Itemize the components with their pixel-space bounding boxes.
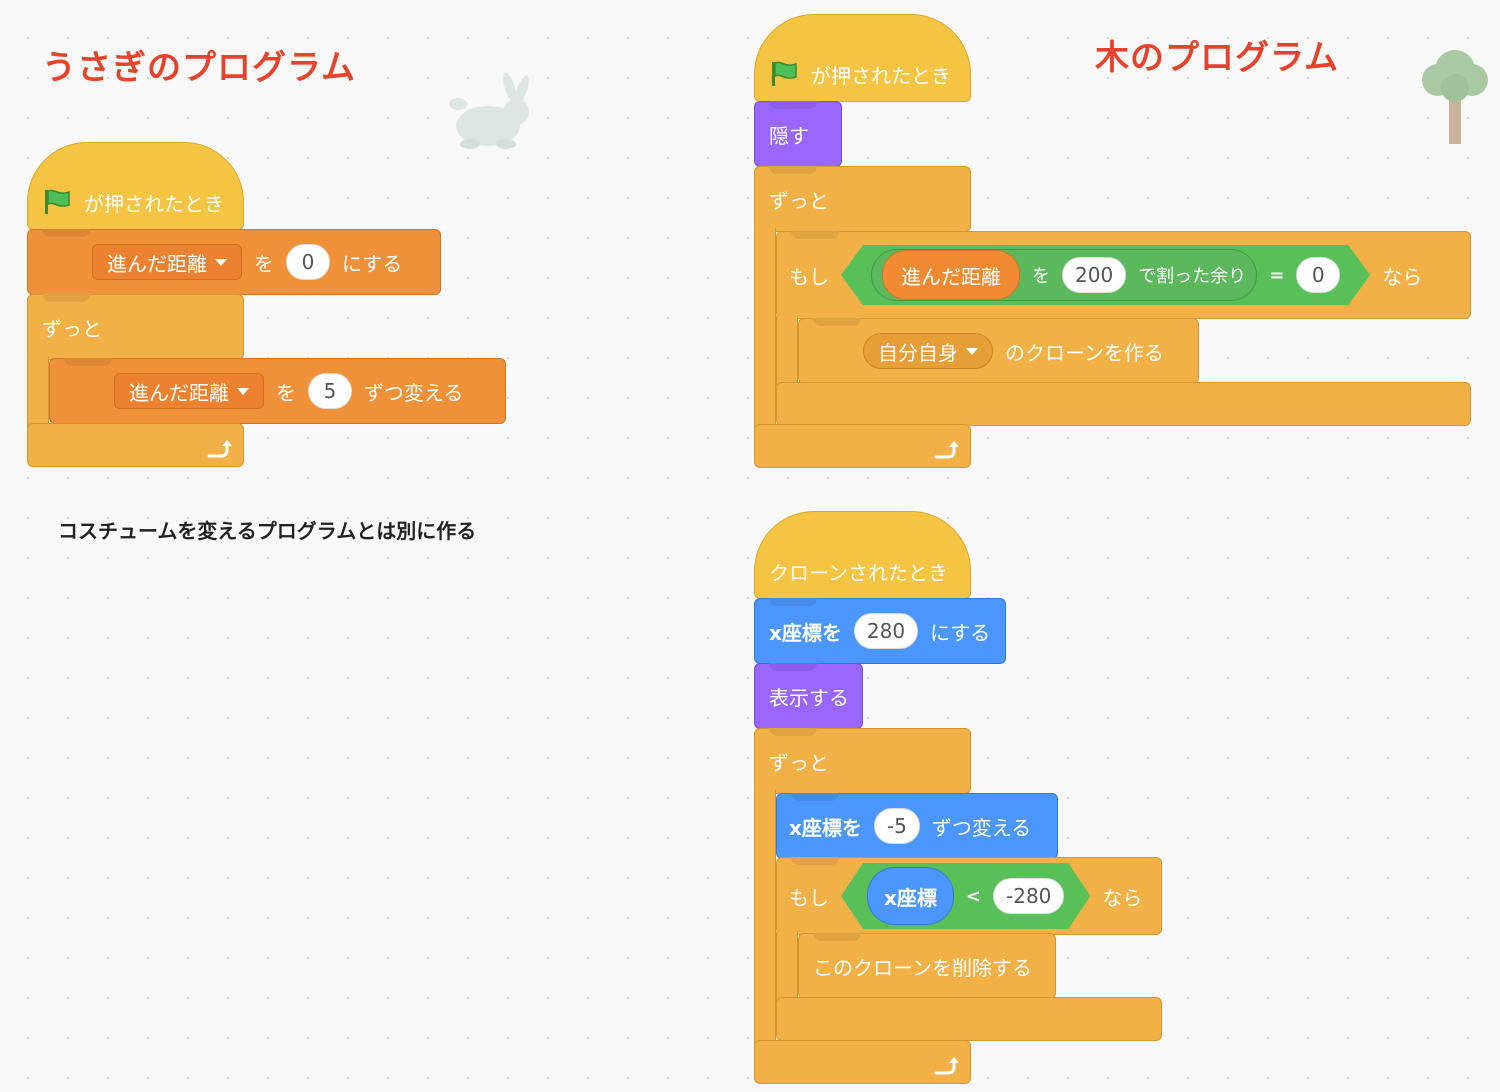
if-arm [776, 316, 798, 386]
when-flag-clicked-block-tree[interactable]: が押されたとき [754, 14, 971, 102]
if-block-bottom [776, 997, 1162, 1041]
forever-arm [754, 790, 776, 1046]
set-x-suffix: にする [930, 620, 991, 645]
when-flag-clicked-block[interactable]: が押されたとき [27, 142, 244, 230]
forever-block-bottom [27, 423, 244, 467]
show-label: 表示する [769, 685, 849, 710]
equals-operator[interactable]: 進んだ距離 を 200 で割った余り = 0 [841, 245, 1370, 305]
variable-dropdown[interactable]: 進んだ距離 [114, 373, 264, 409]
tree-sprite-icon [1422, 50, 1488, 144]
if-label: もし [789, 885, 829, 910]
delete-clone-block[interactable]: このクローンを削除する [798, 933, 1056, 999]
note-text: コスチュームを変えるプログラムとは別に作る [58, 519, 477, 543]
forever-label: ずっと [769, 188, 829, 213]
set-suffix-label: にする [342, 251, 403, 276]
rabbit-sprite-icon [449, 72, 529, 149]
forever-block-bottom [754, 424, 971, 468]
rabbit-program-heading: うさぎのプログラム [42, 48, 356, 88]
variable-name: 進んだ距離 [129, 380, 229, 405]
forever-block[interactable]: ずっと [27, 294, 244, 360]
then-label: なら [1102, 885, 1143, 910]
change-variable-block[interactable]: 進んだ距離 を 5 ずつ変える [49, 358, 506, 424]
clone-target-dropdown[interactable]: 自分自身 [863, 333, 993, 369]
change-x-suffix: ずつ変える [931, 815, 1032, 840]
forever-block-clone[interactable]: ずっと [754, 728, 971, 794]
clone-hat-label: クローンされたとき [769, 560, 948, 585]
loop-arrow-icon [934, 1057, 959, 1075]
set-x-block[interactable]: x座標を 280 にする [754, 598, 1006, 664]
then-label: なら [1382, 264, 1423, 289]
change-value-input[interactable]: 5 [308, 373, 352, 409]
set-x-input[interactable]: 280 [853, 613, 919, 649]
clone-suffix-label: のクローンを作る [1005, 340, 1164, 365]
equals-rhs-input[interactable]: 0 [1296, 257, 1340, 293]
forever-block-bottom [754, 1040, 971, 1084]
loop-arrow-icon [934, 441, 959, 459]
variable-name: 進んだ距離 [107, 251, 207, 276]
if-block[interactable]: もし 進んだ距離 を 200 で割った余り = 0 なら [776, 231, 1471, 319]
set-variable-block[interactable]: 進んだ距離 を 0 にする [27, 229, 441, 295]
green-flag-icon [45, 189, 70, 214]
hat-label: が押されたとき [84, 191, 224, 216]
set-wo-label: を [254, 251, 274, 276]
show-block[interactable]: 表示する [754, 663, 863, 729]
equals-sign: = [1269, 264, 1285, 286]
change-suffix-label: ずつ変える [364, 380, 464, 405]
variable-reporter[interactable]: 進んだ距離 [882, 250, 1020, 300]
delete-clone-label: このクローンを削除する [813, 955, 1032, 980]
set-x-label: x座標を [769, 620, 842, 645]
tree-program-heading: 木のプログラム [1095, 38, 1339, 78]
dropdown-caret-icon [966, 347, 978, 355]
mod-label: で割った余り [1138, 266, 1247, 287]
set-value-input[interactable]: 0 [286, 244, 330, 280]
hat-label: が押されたとき [811, 63, 951, 88]
when-cloned-block[interactable]: クローンされたとき [754, 511, 971, 599]
change-x-label: x座標を [789, 815, 862, 840]
dropdown-caret-icon [215, 258, 227, 266]
if-label: もし [789, 264, 829, 289]
forever-block-tree[interactable]: ずっと [754, 166, 971, 232]
forever-arm [754, 228, 776, 430]
hide-block[interactable]: 隠す [754, 101, 842, 167]
less-than-sign: < [965, 885, 981, 907]
hide-label: 隠す [769, 123, 809, 148]
forever-label: ずっと [769, 750, 829, 775]
mod-operator[interactable]: 進んだ距離 を 200 で割った余り [871, 249, 1257, 301]
less-than-operator[interactable]: x座標 < -280 [841, 863, 1090, 929]
variable-dropdown[interactable]: 進んだ距離 [92, 244, 242, 280]
change-x-input[interactable]: -5 [873, 808, 920, 844]
create-clone-block[interactable]: 自分自身 のクローンを作る [798, 318, 1199, 384]
change-wo-label: を [276, 380, 296, 405]
x-position-reporter[interactable]: x座標 [867, 867, 954, 925]
forever-label: ずっと [42, 316, 102, 341]
dropdown-caret-icon [237, 387, 249, 395]
clone-target: 自分自身 [878, 340, 958, 365]
loop-arrow-icon [207, 440, 232, 458]
if-arm [776, 932, 798, 1002]
if-block-clone[interactable]: もし x座標 < -280 なら [776, 857, 1162, 935]
change-x-block[interactable]: x座標を -5 ずつ変える [776, 793, 1058, 859]
if-block-bottom [776, 382, 1471, 426]
divisor-input[interactable]: 200 [1062, 257, 1126, 293]
mod-wo-label: を [1032, 266, 1050, 287]
green-flag-icon [772, 61, 797, 86]
forever-arm [27, 356, 49, 428]
less-than-rhs-input[interactable]: -280 [993, 878, 1064, 914]
